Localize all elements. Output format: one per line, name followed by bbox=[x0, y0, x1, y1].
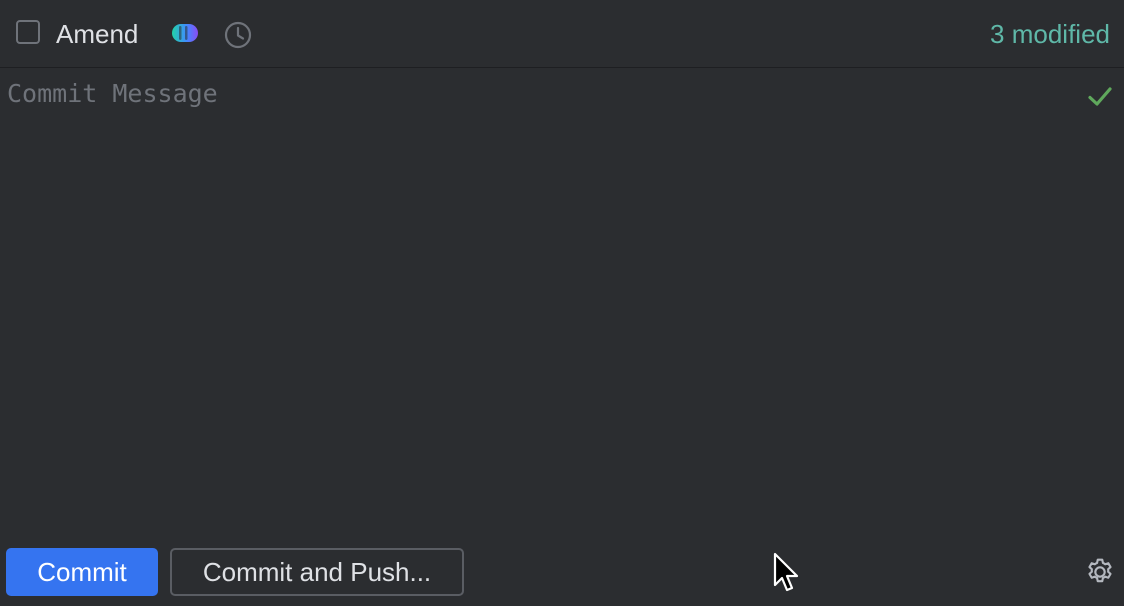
amend-label[interactable]: Amend bbox=[56, 17, 138, 51]
gear-icon[interactable] bbox=[1084, 556, 1116, 588]
amend-checkbox[interactable] bbox=[16, 20, 40, 44]
clock-icon[interactable] bbox=[222, 19, 254, 51]
commit-message-input[interactable] bbox=[0, 69, 1070, 529]
commit-message-area bbox=[0, 69, 1124, 539]
mouse-cursor-icon bbox=[772, 552, 802, 594]
modified-count-link[interactable]: 3 modified bbox=[990, 17, 1110, 51]
commit-panel: Amend 3 modified Commit Message Commit C… bbox=[0, 0, 1124, 606]
commit-button[interactable]: Commit bbox=[6, 548, 158, 596]
commit-and-push-button[interactable]: Commit and Push... bbox=[170, 548, 464, 596]
commit-toolbar: Amend 3 modified bbox=[0, 0, 1124, 68]
ai-assistant-icon[interactable] bbox=[170, 22, 200, 44]
check-icon bbox=[1086, 83, 1114, 111]
